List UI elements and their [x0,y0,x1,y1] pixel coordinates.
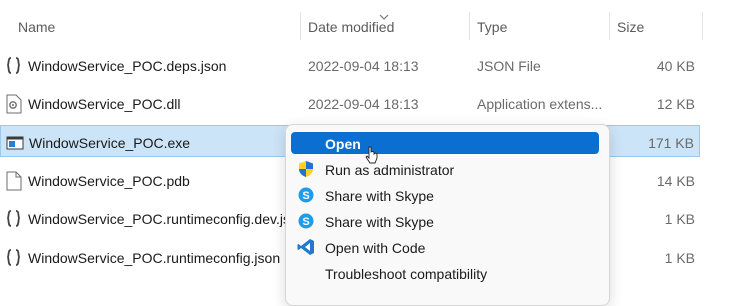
menu-item-label: Run as administrator [325,162,455,178]
svg-text:S: S [302,190,309,202]
dll-file-icon [6,94,22,114]
column-divider[interactable] [702,12,703,40]
menu-item-open-with-code[interactable]: Open with Code [291,236,599,258]
json-file-icon [7,57,20,74]
svg-text:S: S [302,216,309,228]
column-divider[interactable] [609,12,610,40]
file-size: 1 KB [664,250,695,266]
file-size: 40 KB [656,58,695,74]
file-size: 1 KB [664,211,695,227]
file-name: WindowService_POC.exe [29,135,191,151]
mouse-pointer-icon [365,146,378,164]
column-header-date-modified[interactable]: Date modified [308,0,394,40]
file-name: WindowService_POC.pdb [28,173,190,189]
column-header-name[interactable]: Name [18,0,55,40]
file-name: WindowService_POC.runtimeconfig.dev.js..… [28,211,302,227]
file-size: 14 KB [656,173,695,189]
uac-shield-icon [299,161,313,177]
vscode-icon [297,239,314,255]
menu-item-share-with-skype[interactable]: S Share with Skype [291,210,599,232]
file-size: 12 KB [656,96,695,112]
menu-item-run-as-administrator[interactable]: Run as administrator [291,158,599,180]
file-name: WindowService_POC.runtimeconfig.json [28,250,281,266]
menu-item-label: Share with Skype [325,188,434,204]
column-header-bar: Name Date modified Type Size [0,0,750,40]
column-header-size[interactable]: Size [617,0,644,40]
context-menu: Open Run as administrator S Share with S… [285,124,610,306]
skype-icon: S [298,187,314,203]
file-row[interactable]: WindowService_POC.deps.json 2022-09-04 1… [0,49,700,81]
json-file-icon [7,249,20,266]
file-name: WindowService_POC.deps.json [28,58,227,74]
menu-item-label: Troubleshoot compatibility [325,266,488,282]
file-size: 171 KB [648,135,694,151]
menu-item-open[interactable]: Open [291,132,599,154]
menu-item-label: Open with Code [325,240,426,256]
file-row[interactable]: WindowService_POC.dll 2022-09-04 18:13 A… [0,87,700,119]
column-divider[interactable] [300,12,301,40]
file-icon [6,171,22,191]
menu-item-share-with-skype[interactable]: S Share with Skype [291,184,599,206]
file-date-modified: 2022-09-04 18:13 [308,58,419,74]
skype-icon: S [298,213,314,229]
column-divider[interactable] [469,12,470,40]
file-date-modified: 2022-09-04 18:13 [308,96,419,112]
file-type: Application extens... [477,96,603,112]
file-type: JSON File [477,58,541,74]
json-file-icon [7,210,20,227]
menu-item-label: Share with Skype [325,214,434,230]
menu-item-troubleshoot-compatibility[interactable]: Troubleshoot compatibility [291,262,599,284]
menu-item-label: Open [325,136,361,152]
exe-file-icon [6,136,24,150]
column-header-type[interactable]: Type [477,0,507,40]
file-name: WindowService_POC.dll [28,96,181,112]
